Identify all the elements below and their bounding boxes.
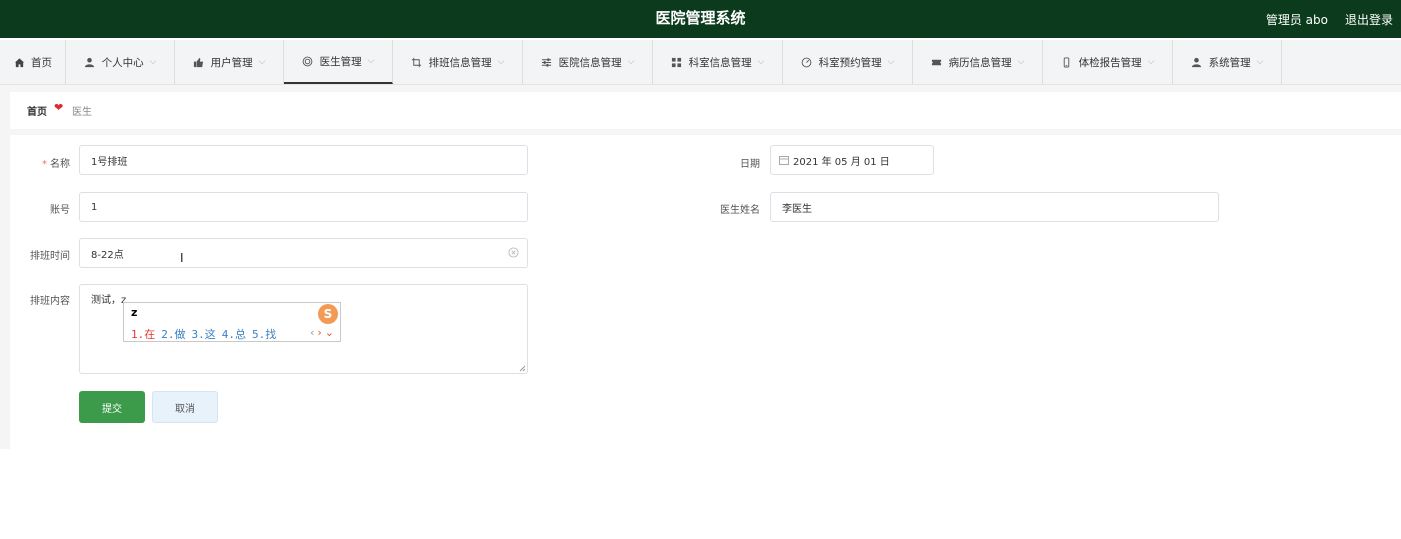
nav-label: 科室信息管理 [688,56,752,69]
ime-pager: ‹ › ⌄ [310,326,334,339]
date-label: 日期 [740,159,760,170]
calendar-icon [779,155,789,165]
chevron-left-icon[interactable]: ‹ [310,326,314,339]
ime-candidate[interactable]: 5.找 [252,326,276,342]
crop-icon [411,56,423,68]
chevron-down-icon: ⌵ [367,56,375,66]
text-cursor-icon: I [180,251,184,265]
sliders-icon [541,56,553,68]
chevron-down-icon[interactable]: ⌄ [325,326,334,339]
chevron-right-icon[interactable]: › [317,326,321,339]
logout-link[interactable]: 退出登录 [1345,11,1393,28]
account-label: 账号 [50,205,70,216]
required-mark: * [42,159,47,170]
nav-item-doctors[interactable]: 医生管理 ⌵ [284,40,393,84]
ticket-icon [931,56,943,68]
ime-candidate[interactable]: 2.做 [161,326,185,342]
ime-candidate[interactable]: 4.总 [222,326,246,342]
nav-label: 首页 [31,56,52,69]
nav-item-appointment[interactable]: 科室预约管理 ⌵ [783,40,913,84]
schedule-form: * 名称 1号排班 日期 2021 年 05 月 01 日 账号 1 医生姓名 李… [10,135,1401,449]
nav-item-profile[interactable]: 个人中心 ⌵ [66,40,175,84]
nav-item-hospital[interactable]: 医院信息管理 ⌵ [523,40,653,84]
textarea-value: 测试，z [91,295,127,306]
schedule-time-label: 排班时间 [30,251,70,262]
nav-item-checkup[interactable]: 体检报告管理 ⌵ [1043,40,1173,84]
main-nav: 首页 个人中心 ⌵ 用户管理 ⌵ 医生管理 ⌵ 排班信息管理 ⌵ 医院信息管理 … [0,40,1401,85]
phone-icon [1061,56,1073,68]
breadcrumb: 首页 ❤ 医生 [10,92,1401,129]
ime-candidate-popup: z S 1.在 2.做 3.这 4.总 5.找 ‹ › ⌄ [123,302,341,342]
doctor-name-input[interactable]: 李医生 [770,192,1219,222]
date-picker[interactable]: 2021 年 05 月 01 日 [770,145,934,175]
ime-candidates: 1.在 2.做 3.这 4.总 5.找 [131,326,276,342]
account-input[interactable]: 1 [79,192,528,222]
breadcrumb-current: 医生 [72,107,92,118]
schedule-time-input[interactable]: 8-22点 [79,238,528,268]
submit-button[interactable]: 提交 [79,391,145,423]
ime-typed-text: z [131,306,138,319]
person-icon [84,56,96,68]
nav-label: 排班信息管理 [428,56,492,69]
nav-item-system[interactable]: 系统管理 ⌵ [1173,40,1282,84]
nav-label: 科室预约管理 [818,56,882,69]
schedule-content-label: 排班内容 [30,296,70,307]
nav-label: 个人中心 [101,56,144,69]
heart-icon: ❤ [54,101,64,114]
chevron-down-icon: ⌵ [887,57,895,67]
chevron-down-icon: ⌵ [497,57,505,67]
gauge-icon [801,56,813,68]
chevron-down-icon: ⌵ [1147,57,1155,67]
nav-label: 医院信息管理 [558,56,622,69]
nav-item-users[interactable]: 用户管理 ⌵ [175,40,284,84]
name-input[interactable]: 1号排班 [79,145,528,175]
chevron-down-icon: ⌵ [1017,57,1025,67]
clear-icon[interactable] [508,247,519,258]
nav-label: 医生管理 [319,55,362,68]
cancel-button[interactable]: 取消 [152,391,218,423]
nav-item-department[interactable]: 科室信息管理 ⌵ [653,40,783,84]
chevron-down-icon: ⌵ [1256,57,1264,67]
nav-label: 系统管理 [1208,56,1251,69]
chevron-down-icon: ⌵ [149,57,157,67]
app-title: 医院管理系统 [655,9,746,27]
name-label: * 名称 [42,159,70,170]
resize-handle-icon[interactable] [519,365,526,372]
ime-logo-icon: S [318,304,338,324]
breadcrumb-home[interactable]: 首页 [27,103,47,118]
chevron-down-icon: ⌵ [627,57,635,67]
chevron-down-icon: ⌵ [258,57,266,67]
nav-label: 体检报告管理 [1078,56,1142,69]
top-header: 医院管理系统 管理员 abo 退出登录 [0,0,1401,38]
current-user: 管理员 abo [1265,13,1328,27]
nav-item-home[interactable]: 首页 [0,40,66,84]
grid-icon [671,56,683,68]
ime-candidate[interactable]: 3.这 [192,326,216,342]
nav-item-records[interactable]: 病历信息管理 ⌵ [913,40,1043,84]
doctor-name-label: 医生姓名 [720,205,760,216]
person-icon [1191,56,1203,68]
chevron-down-icon: ⌵ [757,57,765,67]
date-value: 2021 年 05 月 01 日 [793,156,890,168]
nav-label: 病历信息管理 [948,56,1012,69]
ime-candidate[interactable]: 1.在 [131,326,155,342]
nav-label: 用户管理 [210,56,253,69]
thumb-icon [193,56,205,68]
circle-icon [302,55,314,67]
home-icon [13,56,25,68]
nav-item-schedule[interactable]: 排班信息管理 ⌵ [393,40,523,84]
